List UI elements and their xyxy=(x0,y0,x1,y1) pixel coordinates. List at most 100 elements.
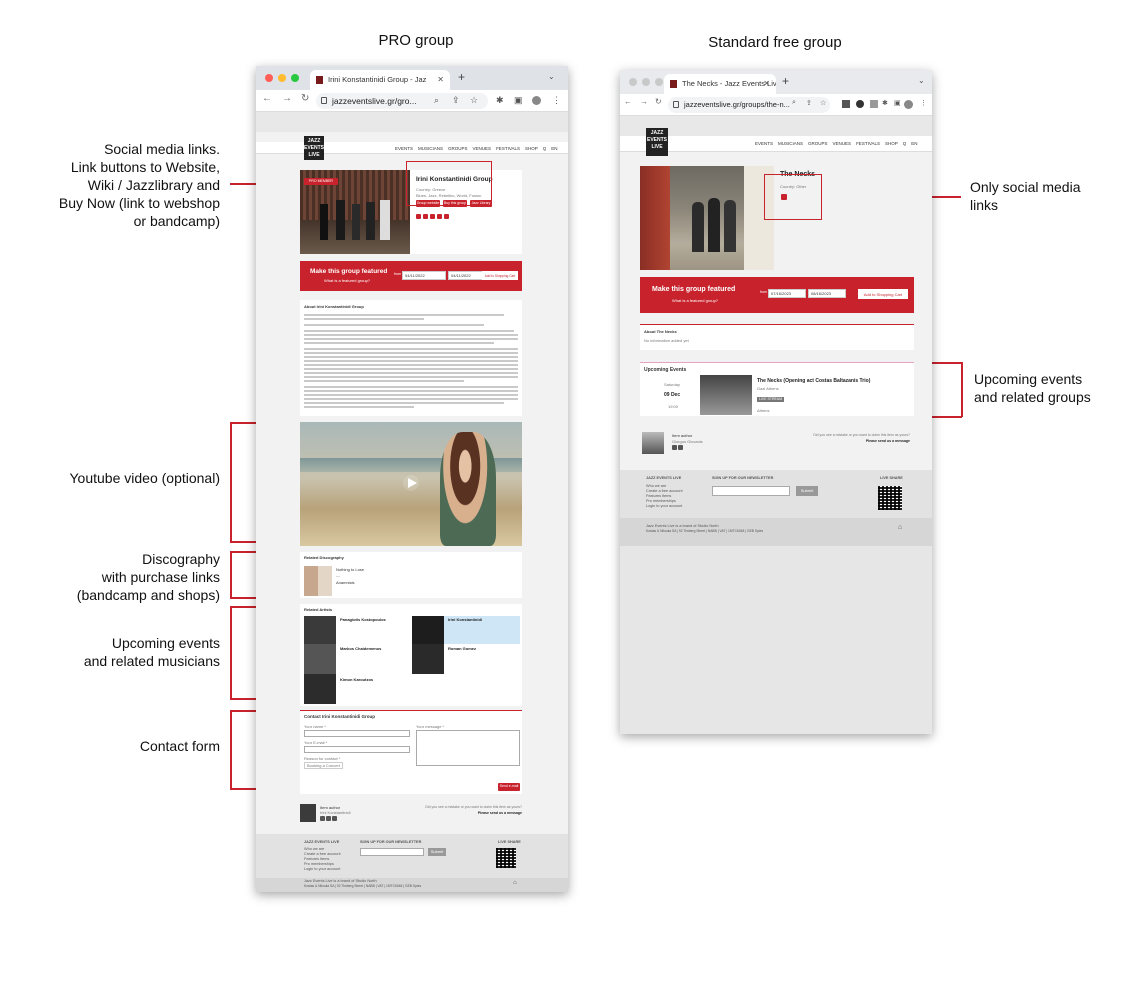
forward-icon[interactable]: → xyxy=(282,93,292,104)
back-icon[interactable]: ← xyxy=(262,93,272,104)
sidebar-icon[interactable]: ▣ xyxy=(514,95,523,106)
minimize-dot-icon[interactable] xyxy=(278,74,286,82)
tab-menu-icon[interactable]: ⌄ xyxy=(918,76,925,85)
artist-name[interactable]: Panagiotis Kostopoulos xyxy=(340,617,386,622)
album-cover[interactable] xyxy=(304,566,332,596)
browser-tab[interactable]: Irini Konstantinidi Group - Jaz ✕ xyxy=(310,70,450,90)
author-social-icon[interactable] xyxy=(672,445,677,450)
new-tab-icon[interactable]: + xyxy=(458,70,465,84)
address-bar[interactable]: jazzeventslive.gr/gro... xyxy=(316,93,488,109)
album-title[interactable]: Anamnisis xyxy=(336,580,354,585)
facebook-icon[interactable] xyxy=(416,214,421,219)
author-social-icon[interactable] xyxy=(326,816,331,821)
menu-item-venues[interactable]: VENUES xyxy=(833,141,852,146)
bookmark-star-icon[interactable]: ☆ xyxy=(820,99,826,107)
site-logo[interactable]: JAZZ EVENTS LIVE xyxy=(304,136,324,160)
search-icon[interactable]: Q xyxy=(903,141,907,146)
spotify-icon[interactable] xyxy=(437,214,442,219)
reload-icon[interactable]: ↻ xyxy=(655,97,662,106)
qr-code[interactable] xyxy=(496,848,516,868)
share-icon[interactable]: ⇪ xyxy=(452,95,460,106)
browser-tab[interactable]: The Necks - Jazz Events Live ✕ xyxy=(664,74,776,94)
zoom-icon[interactable]: ⌕ xyxy=(434,95,439,106)
artist-name[interactable]: Roman Gomez xyxy=(448,646,476,651)
event-name[interactable]: The Necks (Opening act Costas Baltazanis… xyxy=(757,378,870,384)
footer-link[interactable]: Login to your account xyxy=(304,867,340,872)
maximize-dot-icon[interactable] xyxy=(291,74,299,82)
date-from-input[interactable]: 04/11/2022 xyxy=(402,271,446,280)
close-tab-icon[interactable]: ✕ xyxy=(763,74,770,94)
message-textarea[interactable] xyxy=(416,730,520,766)
back-icon[interactable]: ← xyxy=(624,97,632,106)
extensions-icon[interactable]: ✱ xyxy=(882,99,888,107)
reload-icon[interactable]: ↻ xyxy=(301,93,309,104)
close-dot-icon[interactable] xyxy=(265,74,273,82)
browser-menu-icon[interactable]: ⋮ xyxy=(920,99,927,107)
email-input[interactable] xyxy=(304,746,410,753)
new-tab-icon[interactable]: + xyxy=(782,74,789,88)
extension-icon[interactable] xyxy=(842,100,850,108)
author-name[interactable]: Irini Konstantinidi xyxy=(320,810,350,815)
instagram-icon[interactable] xyxy=(423,214,428,219)
soundcloud-icon[interactable] xyxy=(444,214,449,219)
bookmark-star-icon[interactable]: ☆ xyxy=(470,95,478,106)
menu-item-festivals[interactable]: FESTIVALS xyxy=(496,146,520,151)
artist-photo[interactable] xyxy=(304,674,336,704)
name-input[interactable] xyxy=(304,730,410,737)
menu-item-events[interactable]: EVENTS xyxy=(755,141,773,146)
extension-icon[interactable] xyxy=(870,100,878,108)
browser-menu-icon[interactable]: ⋮ xyxy=(552,95,561,106)
language-switch[interactable]: EN xyxy=(911,141,917,146)
artist-name[interactable]: Irini Konstantinidi xyxy=(448,617,482,622)
share-icon[interactable]: ⇪ xyxy=(806,99,812,107)
profile-avatar[interactable] xyxy=(904,100,913,109)
language-switch[interactable]: EN xyxy=(551,146,557,151)
date-to-input[interactable]: 08/16/2023 xyxy=(808,289,846,298)
artist-photo[interactable] xyxy=(412,616,444,644)
menu-item-festivals[interactable]: FESTIVALS xyxy=(856,141,880,146)
menu-item-groups[interactable]: GROUPS xyxy=(448,146,468,151)
close-tab-icon[interactable]: ✕ xyxy=(437,70,444,90)
artist-name[interactable]: Kimon Karoutzos xyxy=(340,677,373,682)
tab-menu-icon[interactable]: ⌄ xyxy=(548,72,555,81)
play-button-icon[interactable] xyxy=(403,475,419,491)
forward-icon[interactable]: → xyxy=(640,97,648,106)
footer-link[interactable]: Login to your account xyxy=(646,504,682,509)
featured-link[interactable]: What is a featured group? xyxy=(672,298,718,303)
profile-avatar[interactable] xyxy=(532,96,541,105)
artist-photo[interactable] xyxy=(412,644,444,674)
author-name[interactable]: Giorgos Giovanis xyxy=(672,439,703,444)
artist-photo[interactable] xyxy=(304,644,336,674)
event-photo[interactable] xyxy=(700,375,752,415)
youtube-video[interactable] xyxy=(300,422,522,546)
newsletter-submit-button[interactable]: Submit xyxy=(796,486,818,496)
menu-item-groups[interactable]: GROUPS xyxy=(808,141,828,146)
search-icon[interactable]: Q xyxy=(543,146,547,151)
menu-item-shop[interactable]: SHOP xyxy=(885,141,898,146)
sidebar-icon[interactable]: ▣ xyxy=(894,99,901,107)
featured-link[interactable]: What is a featured group? xyxy=(324,278,370,283)
artist-photo[interactable] xyxy=(304,616,336,644)
extensions-icon[interactable]: ✱ xyxy=(496,95,504,106)
zoom-icon[interactable]: ⌕ xyxy=(792,99,796,107)
menu-item-musicians[interactable]: MUSICIANS xyxy=(418,146,443,151)
send-message-link[interactable]: Please send us a message xyxy=(866,439,910,443)
newsletter-input[interactable] xyxy=(360,848,424,856)
menu-item-shop[interactable]: SHOP xyxy=(525,146,538,151)
add-to-cart-button[interactable]: Add to Shopping Cart xyxy=(858,289,908,299)
menu-item-events[interactable]: EVENTS xyxy=(395,146,413,151)
qr-code[interactable] xyxy=(878,486,902,510)
newsletter-submit-button[interactable]: Submit xyxy=(428,848,446,856)
reason-select[interactable]: Booking a Concert xyxy=(304,762,343,769)
artist-name[interactable]: Markos Chaidemenos xyxy=(340,646,381,651)
send-email-button[interactable]: Send e-mail xyxy=(498,783,520,791)
maximize-dot-icon[interactable] xyxy=(655,78,663,86)
site-logo[interactable]: JAZZ EVENTS LIVE xyxy=(646,128,668,156)
album-title[interactable]: Nothing to Lose xyxy=(336,567,364,572)
newsletter-input[interactable] xyxy=(712,486,790,496)
extension-icon[interactable] xyxy=(856,100,864,108)
author-social-icon[interactable] xyxy=(320,816,325,821)
menu-item-venues[interactable]: VENUES xyxy=(473,146,492,151)
add-to-cart-button[interactable]: Add to Shopping Cart xyxy=(482,271,518,280)
author-social-icon[interactable] xyxy=(678,445,683,450)
